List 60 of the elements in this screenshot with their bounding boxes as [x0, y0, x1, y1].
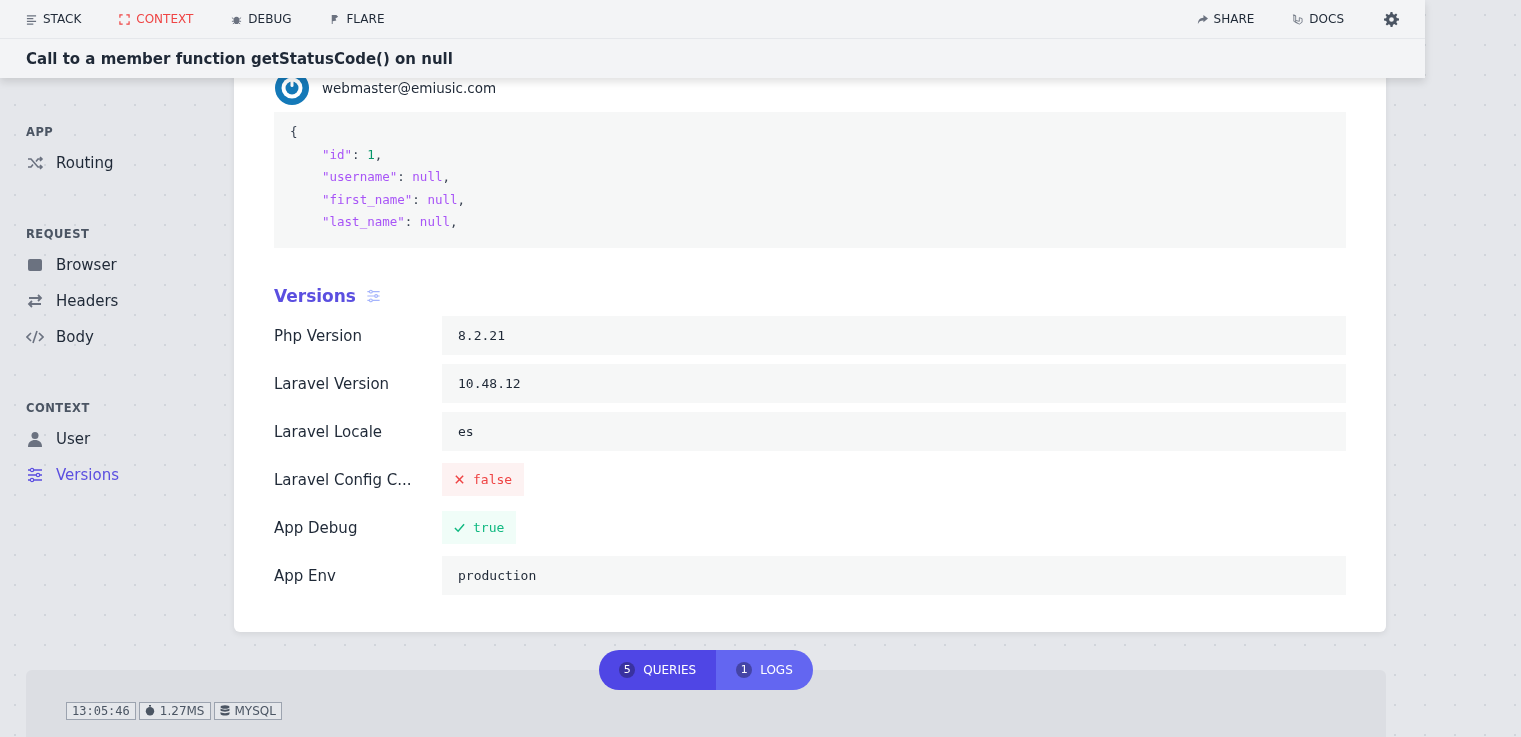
- code-line: {: [290, 123, 299, 141]
- settings-icon[interactable]: [1384, 11, 1399, 27]
- row-label: Laravel Version: [274, 374, 391, 393]
- tab-label: CONTEXT: [136, 12, 194, 26]
- sidebar-item[interactable]: Routing: [26, 145, 114, 181]
- user-icon: [26, 431, 44, 447]
- database-icon: [219, 705, 230, 716]
- tab-label: STACK: [43, 12, 82, 26]
- row-label: Laravel Config C...: [274, 470, 413, 489]
- cube-icon: [1292, 13, 1304, 25]
- sliders-icon: [26, 467, 44, 483]
- time-tag: 13:05:46: [66, 701, 136, 720]
- action-label: DOCS: [1309, 12, 1344, 26]
- sidebar-item[interactable]: Headers: [26, 283, 119, 319]
- share-icon: [1196, 13, 1208, 25]
- row-label: App Debug: [274, 518, 359, 537]
- nav-tab[interactable]: FLARE: [329, 12, 385, 26]
- flare-icon: [329, 13, 341, 25]
- tab-label: FLARE: [346, 12, 385, 26]
- section-title: Versions: [274, 285, 356, 306]
- error-title: Call to a member function getStatusCode() on null: [26, 49, 453, 68]
- section-heading: APP: [26, 125, 55, 139]
- nav-tab[interactable]: DEBUG: [231, 12, 292, 26]
- code-line: "id": 1,: [321, 145, 384, 164]
- sidebar-item[interactable]: Browser: [26, 247, 117, 283]
- boolean-badge: false: [442, 463, 525, 496]
- tab-label: DEBUG: [248, 12, 292, 26]
- duration-tag: 1.27MS: [138, 701, 211, 720]
- connection-tag: MYSQL: [213, 701, 282, 720]
- bottom-tab[interactable]: 5 QUERIES: [599, 649, 717, 690]
- row-label: Php Version: [274, 326, 363, 345]
- sidebar-item[interactable]: Versions: [26, 457, 119, 493]
- code-icon: [26, 329, 44, 345]
- expand-icon: [119, 13, 131, 25]
- code-line: "first_name": null,: [321, 190, 466, 209]
- user-email: webmaster@emiusic.com: [322, 80, 497, 96]
- share-button[interactable]: SHARE: [1196, 12, 1255, 26]
- section-heading: REQUEST: [26, 227, 91, 241]
- shuffle-icon: [26, 155, 44, 171]
- code-line: "last_name": null,: [321, 213, 459, 231]
- bottom-tab[interactable]: 1 LOGS: [716, 649, 813, 690]
- row-label: App Env: [274, 566, 337, 585]
- row-label: Laravel Locale: [274, 422, 384, 441]
- sliders-icon: [366, 288, 381, 303]
- action-label: SHARE: [1213, 12, 1255, 26]
- section-heading: CONTEXT: [26, 401, 91, 415]
- value-field: 8.2.21: [442, 316, 1346, 355]
- boolean-badge: true: [442, 511, 517, 544]
- value-field: production: [442, 556, 1346, 595]
- sidebar-item[interactable]: Body: [26, 319, 94, 355]
- code-line: "username": null,: [321, 168, 451, 186]
- stopwatch-icon: [144, 705, 155, 716]
- window-icon: [26, 257, 44, 273]
- value-field: es: [442, 412, 1346, 451]
- value-field: 10.48.12: [442, 364, 1346, 403]
- docs-link[interactable]: DOCS: [1292, 12, 1344, 26]
- list-icon: [26, 13, 37, 25]
- sidebar-item[interactable]: User: [26, 421, 91, 457]
- swap-icon: [26, 293, 44, 309]
- nav-tab[interactable]: STACK: [26, 12, 82, 26]
